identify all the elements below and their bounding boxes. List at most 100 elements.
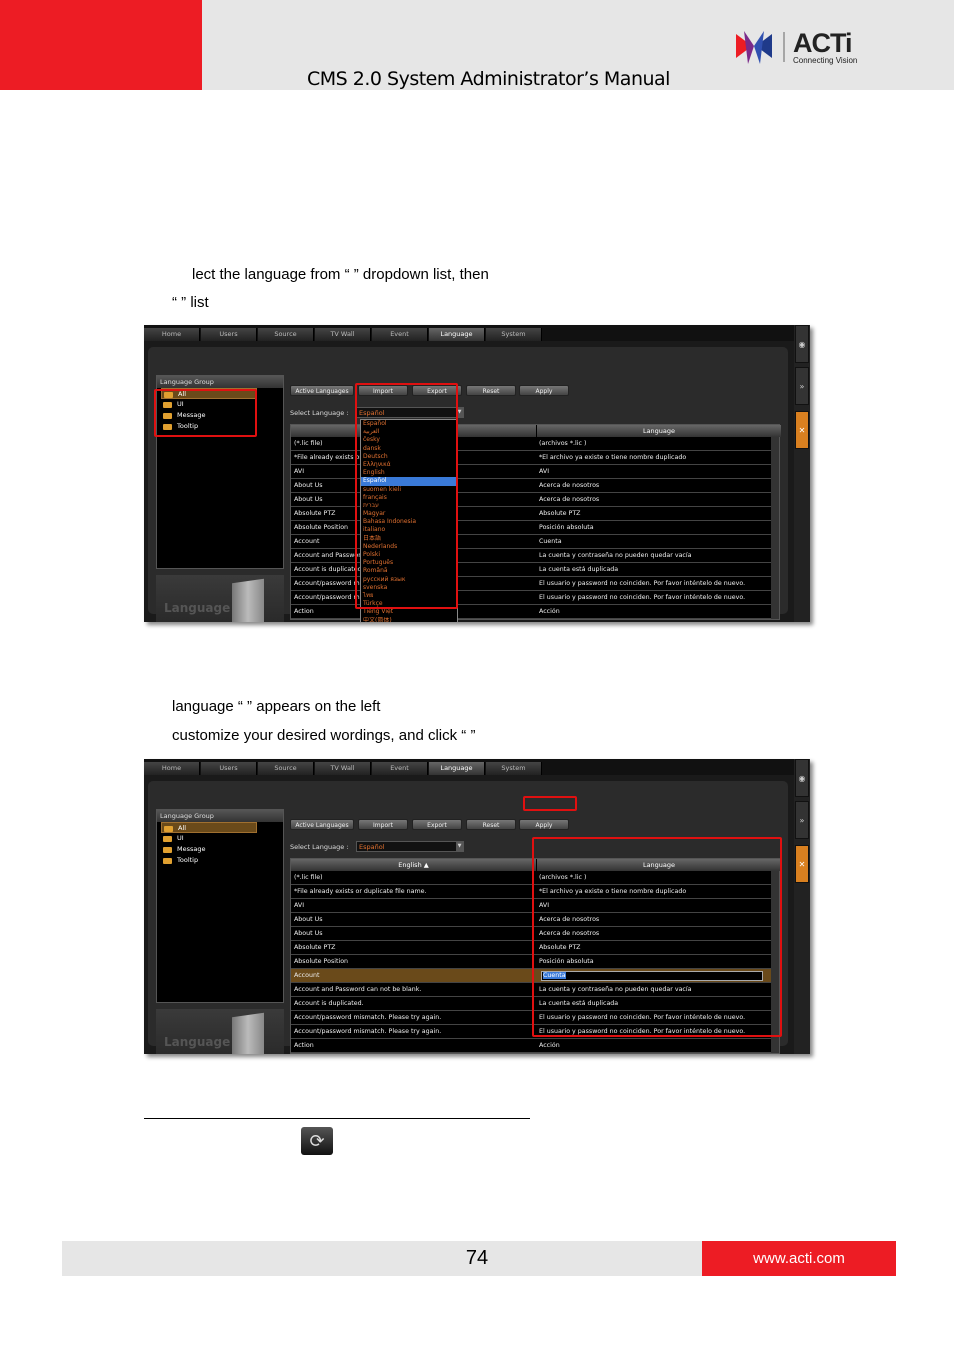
highlight-dropdown [355,383,458,609]
tab-language[interactable]: Language [429,762,485,775]
language-cell: La cuenta está duplicada [539,566,619,573]
sort-ascending-icon: ▲ [423,861,429,869]
language-cell: Acción [539,1042,560,1049]
language-group-box: Language Group All UI Message Tooltip [156,809,284,1003]
tab-home[interactable]: Home [144,328,200,341]
highlight-apply-button [523,796,577,811]
language-group-list: All UI Message Tooltip [157,822,283,866]
instruction-line-2: “ ” list [172,294,209,311]
tab-bar: Home Users Source TV Wall Event Language Syste… [144,325,794,341]
fast-forward-icon[interactable]: » [795,801,809,839]
table-row[interactable]: Action Acción [291,1039,771,1053]
fast-forward-icon[interactable]: » [795,367,809,405]
language-panel: Language Group All UI Message Tooltip Langu… [148,347,788,622]
select-language-value: Español [359,843,385,851]
language-group-header: Language Group [157,810,283,822]
english-cell: About Us [294,916,323,923]
english-cell: AVI [294,902,305,909]
tools-icon[interactable]: ✕ [795,845,809,883]
tools-icon[interactable]: ✕ [795,411,809,449]
group-item-ui[interactable]: UI [161,833,283,844]
language-cell: Cuenta [539,538,562,545]
book-icon [232,578,264,622]
side-toolbar: ◉ » ✕ [794,325,810,622]
group-item-tooltip[interactable]: Tooltip [161,855,283,866]
tab-source[interactable]: Source [258,762,314,775]
tab-tv-wall[interactable]: TV Wall [315,328,371,341]
instruction-line-1: lect the language from “ ” dropdown list… [192,266,489,283]
tab-source[interactable]: Source [258,328,314,341]
tab-language[interactable]: Language [429,328,485,341]
eye-icon[interactable]: ◉ [795,759,809,797]
screenshot-edit-wordings: Home Users Source TV Wall Event Language Syste… [144,759,810,1054]
column-english[interactable]: English ▲ [291,859,536,871]
instruction-line-3: language “ ” appears on the left [172,698,381,715]
tab-home[interactable]: Home [144,762,200,775]
language-cell: El usuario y password no coinciden. Por … [539,580,746,587]
tab-system[interactable]: System [486,328,542,341]
footnote-divider [144,1118,530,1119]
folder-icon [163,847,172,853]
highlight-language-group [154,389,257,437]
reset-button[interactable]: Reset [466,385,516,396]
table-scrollbar[interactable] [771,437,779,619]
group-item-label: UI [177,834,184,842]
export-button[interactable]: Export [412,819,462,830]
manual-title: CMS 2.0 System Administrator’s Manual [307,68,670,90]
active-languages-button[interactable]: Active Languages [290,819,354,830]
language-cell: (archivos *.lic ) [539,440,587,447]
reset-button[interactable]: Reset [466,819,516,830]
eye-icon[interactable]: ◉ [795,325,809,363]
dropdown-option[interactable]: 中文(简体) [361,617,457,623]
refresh-icon: ⟳ [301,1127,333,1155]
dropdown-option[interactable]: Tiếng Việt [361,608,457,616]
english-cell: Account is duplicated. [294,1000,364,1007]
language-graphic-word: Language [164,1035,231,1049]
english-cell: Action [294,1042,314,1049]
language-cell: Acerca de nosotros [539,482,600,489]
language-cell: AVI [539,468,550,475]
highlight-language-column [532,837,782,1037]
apply-button[interactable]: Apply [519,385,569,396]
tab-event[interactable]: Event [372,762,428,775]
group-item-message[interactable]: Message [161,844,283,855]
language-cell: Acerca de nosotros [539,496,600,503]
english-cell: (*.lic file) [294,874,323,881]
tab-bar: Home Users Source TV Wall Event Language Syste… [144,759,794,775]
group-item-label: Message [177,845,206,853]
group-item-label: All [178,824,187,832]
apply-button[interactable]: Apply [519,819,569,830]
english-cell: Account/password mismatch. Please try ag… [294,1014,442,1021]
logo-text: ACTi [793,28,853,58]
header-red-block [0,0,202,90]
side-toolbar: ◉ » ✕ [794,759,810,1054]
group-item-all[interactable]: All [161,822,257,833]
english-cell: Absolute Position [294,958,349,965]
english-cell: Absolute PTZ [294,944,336,951]
language-cell: Posición absoluta [539,524,594,531]
column-english-label: English [398,861,422,869]
book-icon [232,1012,264,1054]
language-cell: Acción [539,608,560,615]
select-language-label: Select Language : [290,843,349,851]
chevron-down-icon[interactable]: ▼ [456,842,463,851]
select-language-label: Select Language : [290,409,349,417]
english-cell: *File already exists or duplicate file n… [294,888,427,895]
column-language[interactable]: Language [537,425,781,437]
language-group-header: Language Group [157,376,283,388]
language-graphic: Language [156,1009,284,1054]
select-language-dropdown[interactable]: Español ▼ [356,841,464,852]
tab-users[interactable]: Users [201,762,257,775]
import-button[interactable]: Import [358,819,408,830]
english-cell: Account and Password can not be blank. [294,986,422,993]
tab-tv-wall[interactable]: TV Wall [315,762,371,775]
english-cell: About Us [294,930,323,937]
tab-event[interactable]: Event [372,328,428,341]
language-cell: El usuario y password no coinciden. Por … [539,594,746,601]
screenshot-select-language: Home Users Source TV Wall Event Language Syste… [144,325,810,622]
tab-users[interactable]: Users [201,328,257,341]
footer-url: www.acti.com [702,1241,896,1276]
english-cell: Account/password mismatch. Please try ag… [294,1028,442,1035]
active-languages-button[interactable]: Active Languages [290,385,354,396]
tab-system[interactable]: System [486,762,542,775]
